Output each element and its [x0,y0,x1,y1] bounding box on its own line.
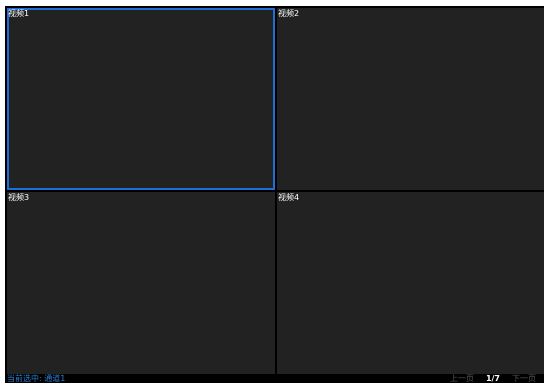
video-grid: 视频1 视频2 视频3 视频4 [7,8,544,374]
video-wall: 视频1 视频2 视频3 视频4 当前选中: 通道1 上一页 1/7 下一页 [5,6,544,383]
video-cell-label: 视频2 [278,9,300,18]
video-cell-1[interactable]: 视频1 [7,8,275,190]
prev-page-button[interactable]: 上一页 [450,374,474,383]
status-bar: 当前选中: 通道1 上一页 1/7 下一页 [5,374,544,383]
video-cell-label: 视频3 [8,193,30,202]
video-cell-label: 视频1 [8,9,30,18]
video-cell-2[interactable]: 视频2 [277,8,544,190]
video-cell-3[interactable]: 视频3 [7,192,275,374]
video-cell-label: 视频4 [278,193,300,202]
page-indicator: 1/7 [485,374,500,383]
current-selection-text: 当前选中: 通道1 [7,374,66,383]
next-page-button[interactable]: 下一页 [512,374,536,383]
video-cell-4[interactable]: 视频4 [277,192,544,374]
pagination: 上一页 1/7 下一页 [450,374,536,383]
